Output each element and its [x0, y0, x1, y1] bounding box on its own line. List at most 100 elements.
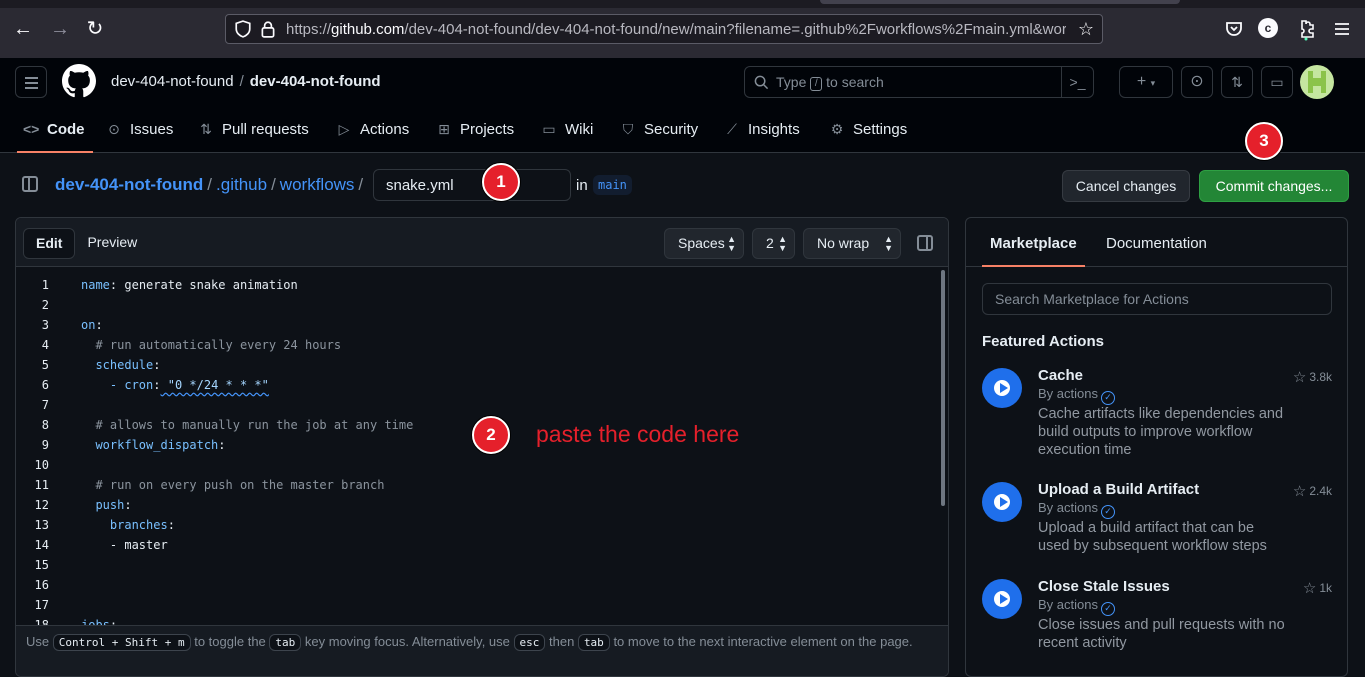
- tab-settings[interactable]: ⚙ Settings: [829, 116, 907, 153]
- back-icon[interactable]: ←: [10, 16, 36, 42]
- pocket-icon[interactable]: [1222, 17, 1246, 41]
- global-menu-button[interactable]: [15, 66, 47, 98]
- breadcrumb-github-dir[interactable]: .github: [216, 175, 267, 194]
- tab-marketplace[interactable]: Marketplace: [982, 235, 1085, 267]
- tab-insights[interactable]: ⟋ Insights: [724, 116, 800, 153]
- line-content: jobs:: [81, 615, 117, 625]
- url-text[interactable]: https://github.com/dev-404-not-found/dev…: [286, 21, 1066, 38]
- inbox-icon[interactable]: ▭: [1261, 66, 1293, 98]
- line-content: schedule:: [81, 355, 160, 375]
- action-card[interactable]: Close Stale Issues By actions ✓ Close issue…: [982, 578, 1332, 674]
- wrap-mode-select[interactable]: No wrap ▲ ▼: [803, 228, 901, 259]
- code-line: 10: [16, 455, 948, 475]
- verified-icon: ✓: [1100, 602, 1115, 616]
- app-menu-icon[interactable]: [1330, 17, 1354, 41]
- filename-input[interactable]: snake.yml: [373, 169, 571, 201]
- create-new-button[interactable]: + ▾: [1119, 66, 1173, 98]
- indent-size-select[interactable]: 2 ▲ ▼: [752, 228, 795, 259]
- search-hint-suffix: to search: [826, 74, 884, 90]
- path-separator: /: [239, 73, 244, 90]
- browser-tab-strip: [0, 0, 1365, 8]
- breadcrumb-repo[interactable]: dev-404-not-found: [55, 175, 203, 194]
- kbd-shortcut: Control + Shift + m: [52, 634, 191, 651]
- breadcrumb-workflows-dir[interactable]: workflows: [280, 175, 355, 194]
- cancel-changes-button[interactable]: Cancel changes: [1062, 170, 1190, 202]
- code-line: 3 on:: [16, 315, 948, 335]
- tab-issues[interactable]: ⊙ Issues: [106, 116, 173, 153]
- yaml-key: push: [95, 498, 125, 512]
- action-title[interactable]: Close Stale Issues: [1038, 578, 1170, 595]
- github-logo-icon[interactable]: [62, 64, 96, 98]
- yaml-key: schedule: [95, 358, 154, 372]
- bookmark-star-icon[interactable]: ☆: [1078, 19, 1094, 40]
- user-avatar[interactable]: [1300, 65, 1334, 99]
- select-arrows-icon: ▲ ▼: [884, 234, 893, 253]
- sidebar-toggle-icon[interactable]: [917, 235, 933, 251]
- forward-icon[interactable]: →: [47, 16, 73, 42]
- editor-scrollbar[interactable]: [941, 270, 945, 506]
- breadcrumb-separator: /: [271, 175, 276, 194]
- line-number: 12: [34, 498, 49, 512]
- tab-projects[interactable]: ⊞ Projects: [436, 116, 514, 153]
- tab-wiki[interactable]: ▭ Wiki: [541, 116, 593, 153]
- preview-tab[interactable]: Preview: [75, 228, 149, 259]
- global-search-input[interactable]: Type / to search >_: [744, 66, 1094, 98]
- yaml-value: - master: [109, 538, 168, 552]
- tab-security[interactable]: ⛉ Security: [620, 116, 698, 153]
- yaml-key: workflow_dispatch: [95, 438, 219, 452]
- breadcrumb-separator: /: [207, 175, 213, 194]
- yaml-value: "0 */24 * * *": [160, 378, 269, 392]
- action-play-icon: [982, 368, 1022, 408]
- reload-icon[interactable]: ↻: [82, 16, 108, 42]
- footer-text: Use: [26, 634, 50, 649]
- tab-label: Security: [644, 121, 699, 138]
- action-card[interactable]: Cache By actions ✓ Cache artifacts like dep…: [982, 367, 1332, 463]
- issues-icon[interactable]: ⊙: [1181, 66, 1213, 98]
- search-hint-prefix: Type: [776, 74, 807, 90]
- line-content: push:: [81, 495, 131, 515]
- lock-icon[interactable]: [260, 20, 276, 38]
- repo-link[interactable]: dev-404-not-found: [250, 73, 381, 90]
- wrap-mode-value: No wrap: [817, 235, 870, 251]
- tab-actions[interactable]: ▷ Actions: [336, 116, 410, 153]
- star-count: 3.8k: [1309, 370, 1332, 384]
- action-author-text: By actions: [1038, 386, 1098, 401]
- action-title[interactable]: Upload a Build Artifact: [1038, 481, 1199, 498]
- action-card[interactable]: Upload a Build Artifact By actions ✓ Upload…: [982, 481, 1332, 577]
- tab-label: Insights: [748, 121, 800, 138]
- footer-text: to move to the next interactive element …: [613, 634, 913, 649]
- file-tree-toggle-icon[interactable]: [22, 176, 38, 192]
- tab-pull-requests[interactable]: ⇅ Pull requests: [198, 116, 309, 153]
- extensions-icon[interactable]: [1294, 17, 1318, 41]
- address-bar[interactable]: https://github.com/dev-404-not-found/dev…: [225, 14, 1103, 44]
- marketplace-search-input[interactable]: Search Marketplace for Actions: [982, 283, 1332, 315]
- owner-link[interactable]: dev-404-not-found: [111, 73, 234, 90]
- browser-tab[interactable]: [820, 0, 1180, 4]
- yaml-colon: :: [218, 438, 226, 452]
- yaml-key: - cron: [109, 378, 154, 392]
- action-description: Close issues and pull requests with no r…: [1038, 617, 1285, 651]
- pull-requests-icon[interactable]: ⇅: [1221, 66, 1253, 98]
- tab-code[interactable]: <> Code: [17, 116, 92, 153]
- edit-tab[interactable]: Edit: [23, 228, 76, 259]
- code-line: 17: [16, 595, 948, 615]
- code-line: 7: [16, 395, 948, 415]
- tracking-shield-icon[interactable]: [234, 20, 252, 38]
- command-palette-icon[interactable]: >_: [1061, 67, 1093, 97]
- browser-toolbar: ← → ↻ https://github.com/dev-404-not-fou…: [0, 0, 1365, 58]
- line-number: 3: [41, 318, 49, 332]
- action-author: By actions ✓: [1038, 386, 1115, 405]
- line-content: # run on every push on the master branch: [81, 475, 384, 495]
- star-count: 2.4k: [1309, 484, 1332, 498]
- indent-mode-select[interactable]: Spaces ▲ ▼: [664, 228, 744, 259]
- verified-icon: ✓: [1100, 391, 1115, 405]
- tab-documentation[interactable]: Documentation: [1106, 235, 1207, 252]
- tab-label: Pull requests: [222, 121, 309, 138]
- action-title[interactable]: Cache: [1038, 367, 1083, 384]
- line-number: 7: [41, 398, 49, 412]
- code-line: 18 jobs:: [16, 615, 948, 625]
- profile-avatar[interactable]: c: [1258, 18, 1278, 38]
- commit-changes-button[interactable]: Commit changes...: [1199, 170, 1349, 202]
